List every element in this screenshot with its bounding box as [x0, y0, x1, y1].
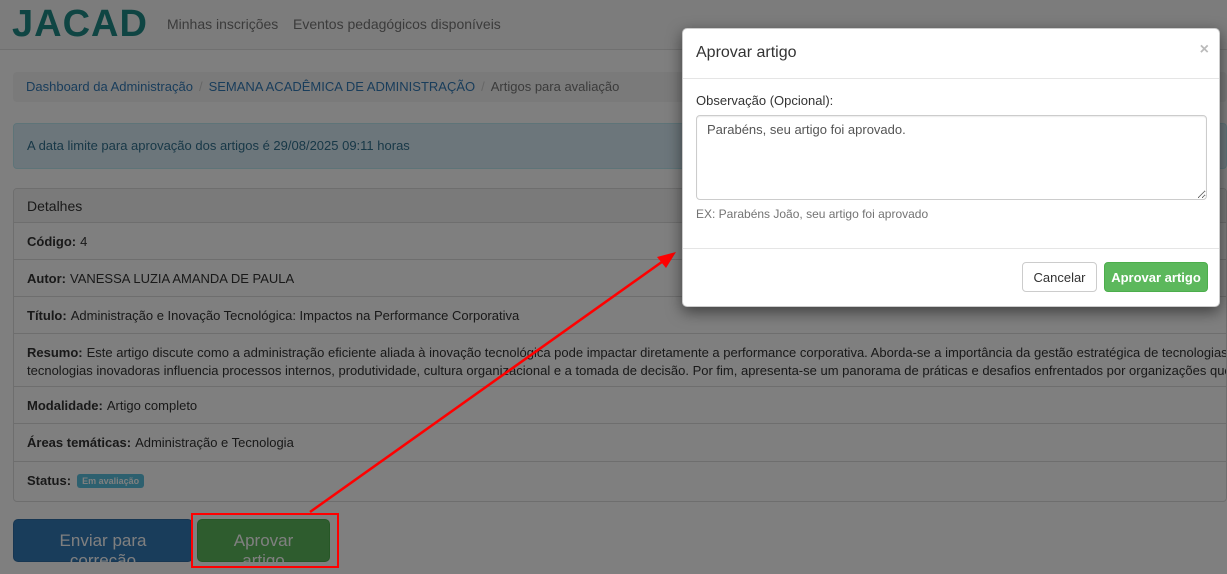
confirm-approve-button[interactable]: Aprovar artigo	[1104, 262, 1208, 292]
modal-body: Observação (Opcional): Parabéns, seu art…	[683, 79, 1219, 248]
close-icon[interactable]: ×	[1200, 41, 1209, 59]
modal-header: Aprovar artigo ×	[683, 29, 1219, 79]
annotation-highlight-box	[191, 513, 339, 568]
approve-article-modal: Aprovar artigo × Observação (Opcional): …	[682, 28, 1220, 307]
cancel-button[interactable]: Cancelar	[1022, 262, 1097, 292]
observation-help-text: EX: Parabéns João, seu artigo foi aprova…	[696, 207, 929, 221]
modal-title: Aprovar artigo	[696, 44, 797, 61]
observation-label: Observação (Opcional):	[696, 93, 834, 108]
modal-footer: Cancelar Aprovar artigo	[683, 248, 1219, 306]
observation-textarea[interactable]: Parabéns, seu artigo foi aprovado.	[696, 115, 1207, 200]
